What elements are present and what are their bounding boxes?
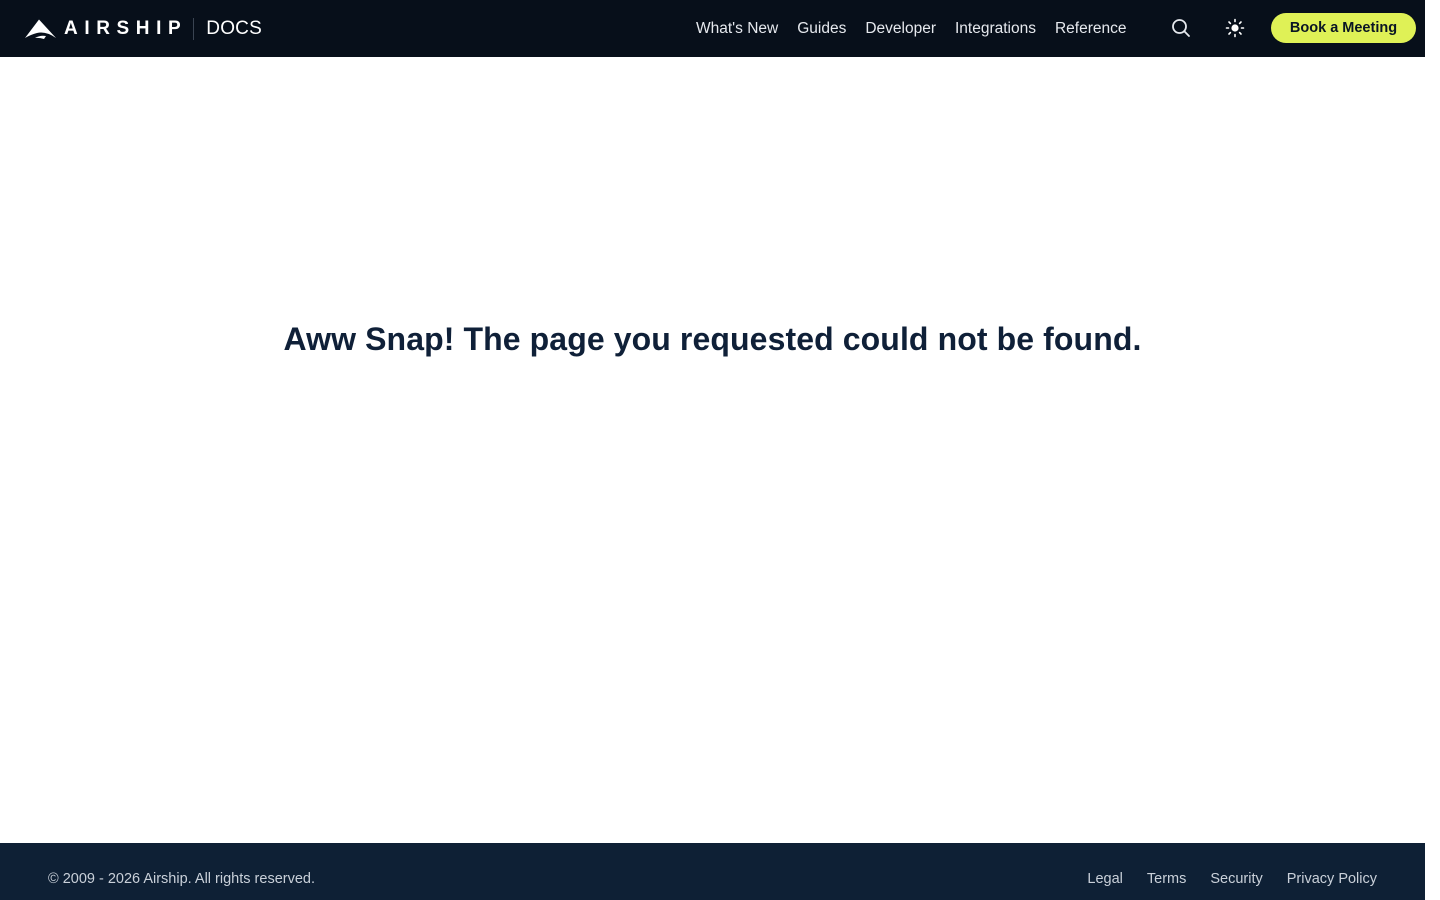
footer-link-terms[interactable]: Terms: [1147, 871, 1186, 887]
footer-links: Legal Terms Security Privacy Policy: [1063, 871, 1377, 887]
airship-wordmark: AIRSHIP: [64, 17, 188, 39]
not-found-message: Aww Snap! The page you requested could n…: [283, 321, 1142, 357]
airship-docs-home-link[interactable]: AIRSHIP DOCS: [24, 0, 262, 57]
docs-section-label: DOCS: [206, 17, 262, 39]
page: AIRSHIP DOCS What's New Guides Developer…: [0, 0, 1425, 900]
nav-integrations[interactable]: Integrations: [955, 20, 1036, 38]
nav-guides[interactable]: Guides: [797, 20, 846, 38]
nav-whats-new[interactable]: What's New: [696, 20, 778, 38]
search-icon: [1172, 19, 1190, 37]
theme-toggle-button[interactable]: [1224, 17, 1246, 39]
footer-link-privacy-policy[interactable]: Privacy Policy: [1287, 871, 1377, 887]
brand-divider: [193, 17, 195, 40]
footer-link-security[interactable]: Security: [1210, 871, 1262, 887]
book-a-meeting-button[interactable]: Book a Meeting: [1271, 13, 1416, 43]
copyright-text: © 2009 - 2026 Airship. All rights reserv…: [48, 871, 315, 887]
main-content: Aww Snap! The page you requested could n…: [0, 57, 1425, 843]
sun-icon: [1225, 18, 1245, 38]
top-navigation-bar: AIRSHIP DOCS What's New Guides Developer…: [0, 0, 1425, 57]
primary-nav: What's New Guides Developer Integrations…: [696, 0, 1146, 57]
search-button[interactable]: [1170, 17, 1192, 39]
footer-link-legal[interactable]: Legal: [1087, 871, 1122, 887]
site-footer: © 2009 - 2026 Airship. All rights reserv…: [0, 843, 1425, 900]
nav-developer[interactable]: Developer: [865, 20, 936, 38]
nav-reference[interactable]: Reference: [1055, 20, 1127, 38]
airship-logo-icon: [25, 19, 56, 39]
